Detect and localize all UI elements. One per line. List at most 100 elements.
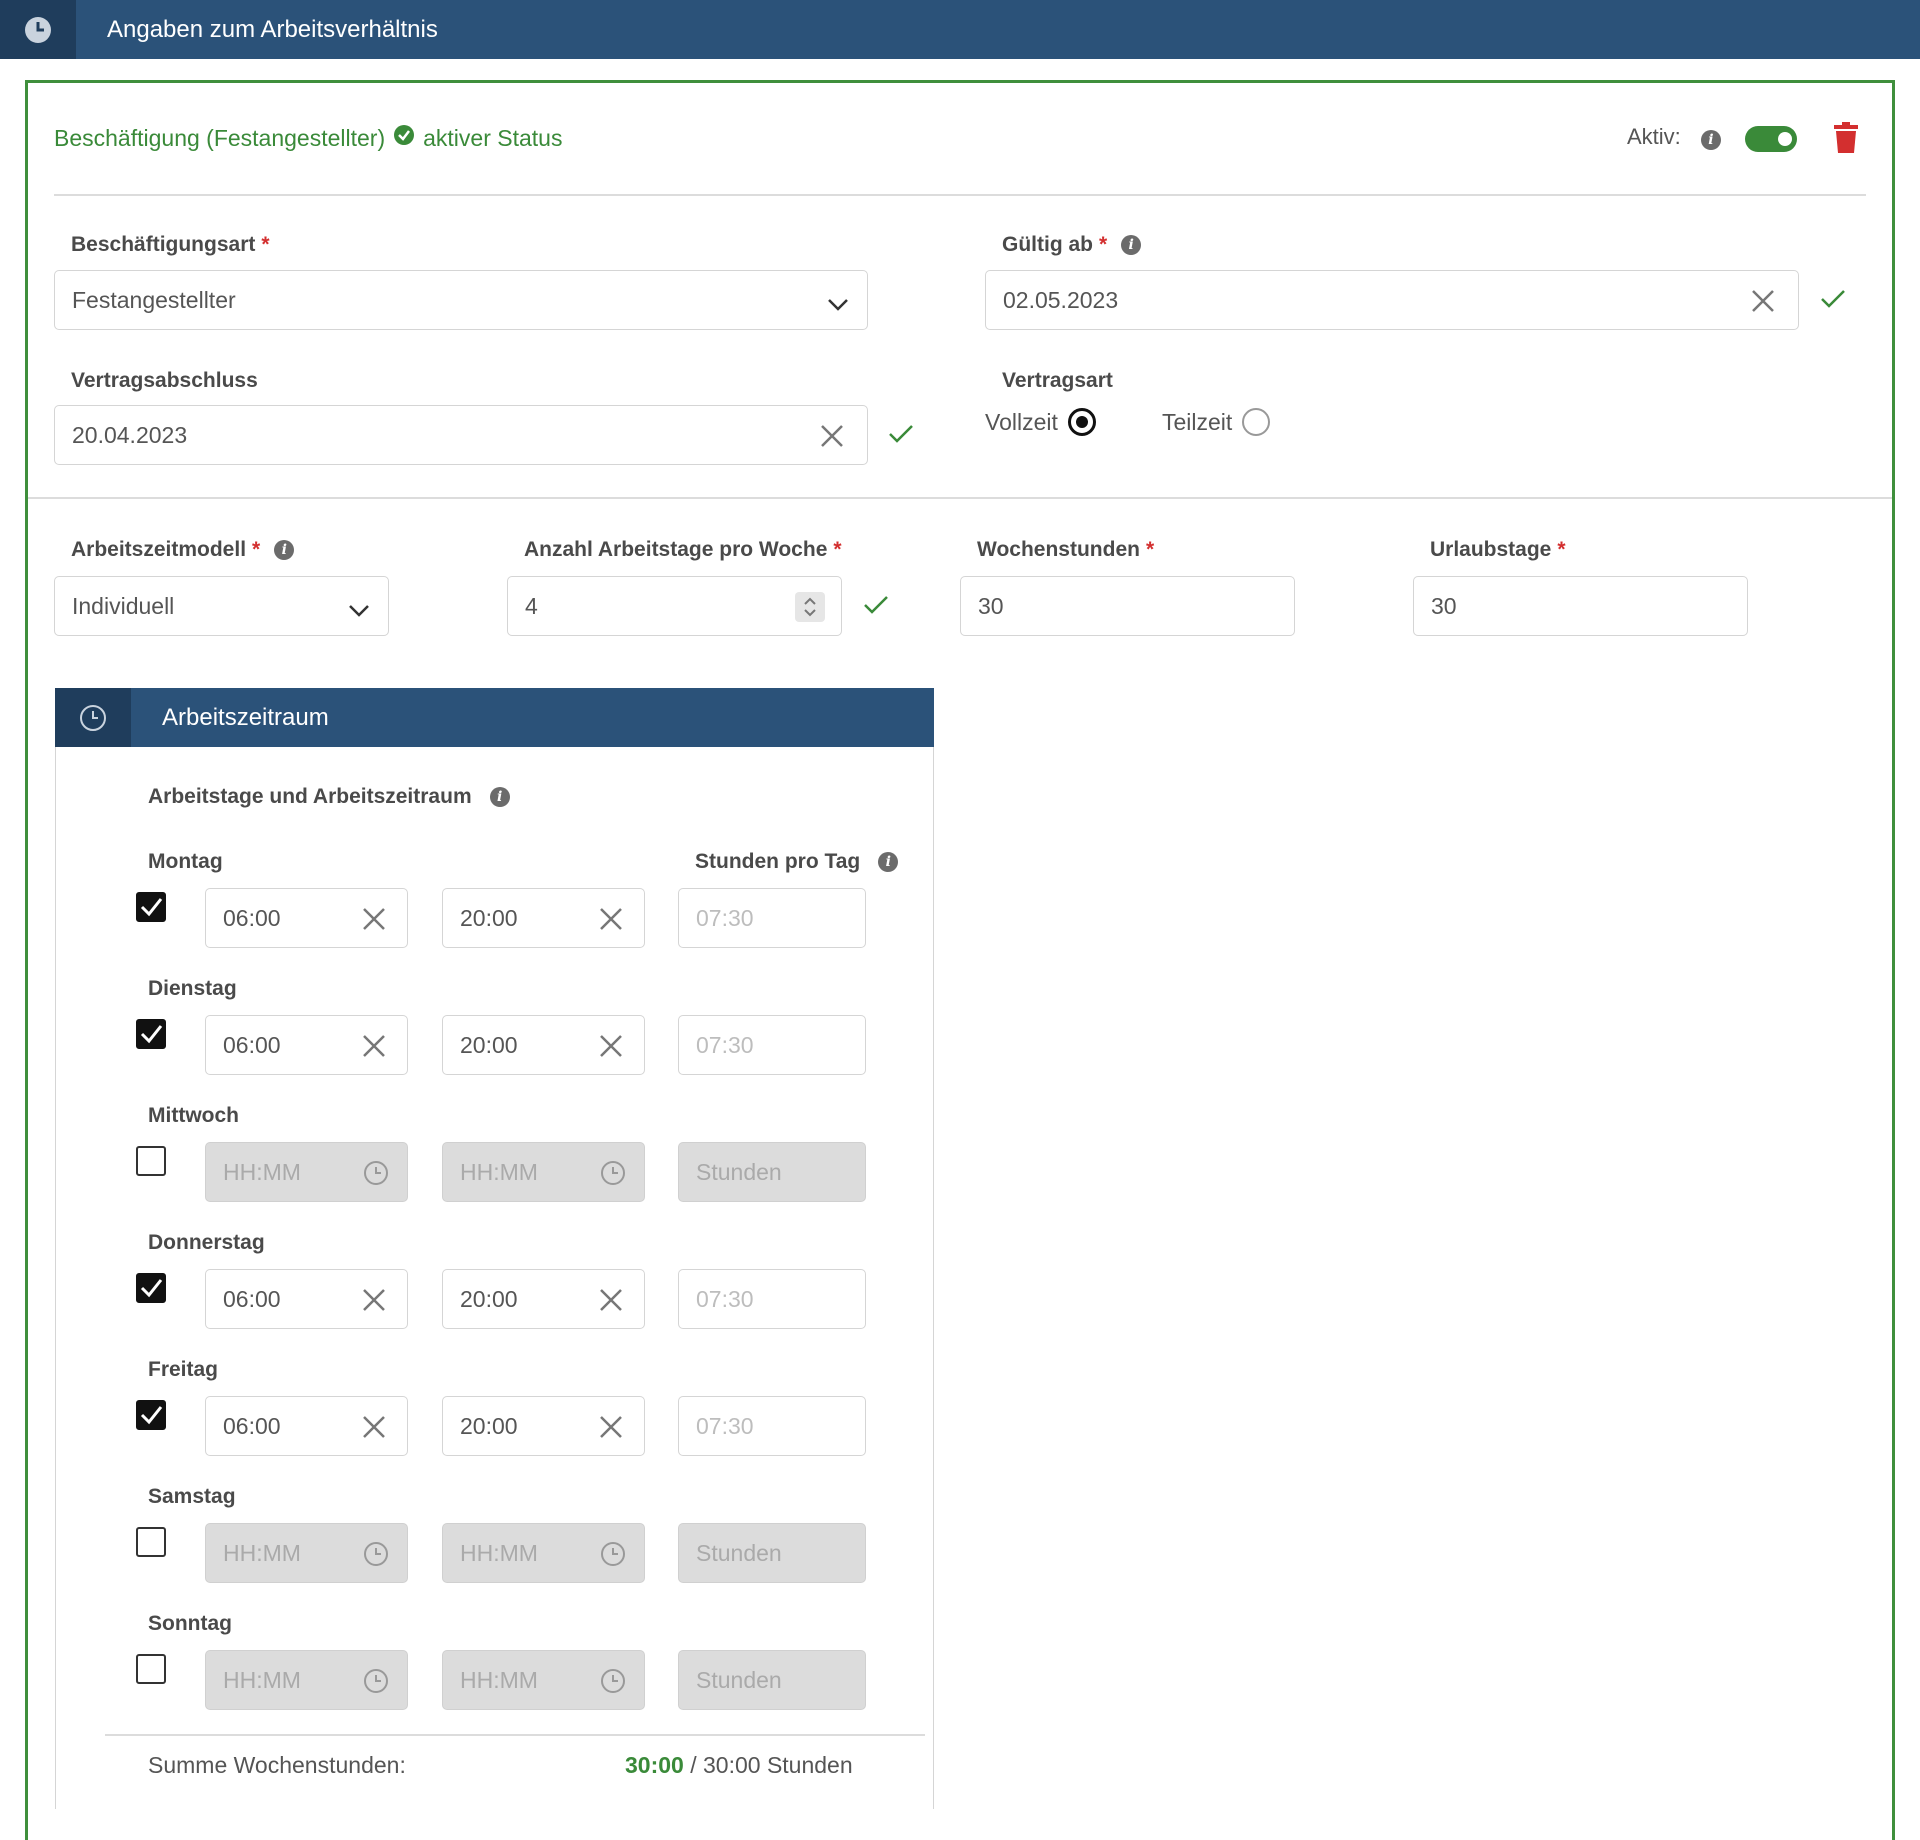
start-time-input-samstag[interactable]: HH:MM — [205, 1523, 408, 1583]
clear-icon[interactable] — [598, 1287, 624, 1319]
radio-button[interactable] — [1242, 408, 1271, 436]
day-label-sonntag: Sonntag — [148, 1612, 232, 1635]
arbeitszeitraum-title: Arbeitszeitraum — [162, 704, 329, 731]
end-time-input-mittwoch[interactable]: HH:MM — [442, 1142, 645, 1202]
clear-icon[interactable] — [361, 906, 387, 938]
clock-icon — [0, 0, 76, 59]
day-checkbox-sonntag[interactable] — [136, 1654, 166, 1684]
clear-icon[interactable] — [598, 906, 624, 938]
info-icon[interactable]: i — [489, 787, 510, 807]
check-icon — [888, 423, 914, 450]
hours-input-freitag[interactable]: 07:30 — [678, 1396, 866, 1456]
hours-input-dienstag[interactable]: 07:30 — [678, 1015, 866, 1075]
arbeitszeitraum-header: Arbeitszeitraum — [55, 688, 934, 747]
clear-icon[interactable] — [361, 1414, 387, 1446]
chevron-down-icon — [348, 597, 370, 624]
hours-input-mittwoch: Stunden — [678, 1142, 866, 1202]
arbeitstage-section-label: Arbeitstage und Arbeitszeitraum i — [148, 785, 510, 809]
day-label-montag: Montag — [148, 850, 223, 873]
day-label-donnerstag: Donnerstag — [148, 1231, 265, 1254]
divider — [28, 497, 1892, 499]
info-icon[interactable]: i — [878, 852, 899, 872]
end-time-input-freitag[interactable]: 20:00 — [442, 1396, 645, 1456]
day-label-samstag: Samstag — [148, 1485, 236, 1508]
arbeitszeitmodell-label: Arbeitszeitmodell * i — [71, 538, 295, 562]
clear-icon[interactable] — [598, 1033, 624, 1065]
check-circle-icon — [393, 124, 415, 152]
hours-input-sonntag: Stunden — [678, 1650, 866, 1710]
beschaeftigungsart-select[interactable]: Festangestellter — [54, 270, 868, 330]
day-checkbox-samstag[interactable] — [136, 1527, 166, 1557]
checkmark-icon — [138, 898, 164, 924]
hours-input-donnerstag[interactable]: 07:30 — [678, 1269, 866, 1329]
day-checkbox-montag[interactable] — [136, 892, 166, 922]
beschaeftigungsart-label: Beschäftigungsart * — [71, 233, 270, 256]
summe-value: 30:00 / 30:00 Stunden — [625, 1752, 853, 1779]
hours-input-samstag: Stunden — [678, 1523, 866, 1583]
employment-type-text: Beschäftigung (Festangestellter) — [54, 124, 386, 151]
end-time-input-donnerstag[interactable]: 20:00 — [442, 1269, 645, 1329]
clear-icon[interactable] — [819, 423, 845, 455]
check-icon — [863, 594, 889, 621]
status-text: aktiver Status — [423, 124, 563, 151]
start-time-input-dienstag[interactable]: 06:00 — [205, 1015, 408, 1075]
chevron-down-icon — [827, 291, 849, 318]
end-time-input-samstag[interactable]: HH:MM — [442, 1523, 645, 1583]
day-label-mittwoch: Mittwoch — [148, 1104, 239, 1127]
arbeitstage-input[interactable]: 4 — [507, 576, 842, 636]
day-checkbox-dienstag[interactable] — [136, 1019, 166, 1049]
info-icon[interactable]: i — [274, 540, 295, 560]
urlaubstage-label: Urlaubstage * — [1430, 538, 1566, 561]
day-checkbox-freitag[interactable] — [136, 1400, 166, 1430]
radio-vollzeit[interactable]: Vollzeit — [985, 408, 1096, 436]
day-checkbox-donnerstag[interactable] — [136, 1273, 166, 1303]
radio-button-selected[interactable] — [1067, 408, 1096, 436]
urlaubstage-input[interactable]: 30 — [1413, 576, 1748, 636]
stunden-pro-tag-label: Stunden pro Tag i — [695, 850, 899, 874]
divider — [105, 1734, 925, 1736]
vertragsabschluss-input[interactable]: 20.04.2023 — [54, 405, 868, 465]
end-time-input-dienstag[interactable]: 20:00 — [442, 1015, 645, 1075]
clear-icon[interactable] — [598, 1414, 624, 1446]
summe-current: 30:00 — [625, 1752, 684, 1778]
day-checkbox-mittwoch[interactable] — [136, 1146, 166, 1176]
day-label-freitag: Freitag — [148, 1358, 219, 1381]
start-time-input-donnerstag[interactable]: 06:00 — [205, 1269, 408, 1329]
vertragsabschluss-label: Vertragsabschluss — [71, 369, 258, 392]
summe-target: / 30:00 Stunden — [690, 1752, 853, 1778]
start-time-input-montag[interactable]: 06:00 — [205, 888, 408, 948]
radio-teilzeit[interactable]: Teilzeit — [1162, 408, 1271, 436]
wochenstunden-input[interactable]: 30 — [960, 576, 1295, 636]
start-time-input-mittwoch[interactable]: HH:MM — [205, 1142, 408, 1202]
clear-icon[interactable] — [361, 1033, 387, 1065]
end-time-input-montag[interactable]: 20:00 — [442, 888, 645, 948]
clear-icon[interactable] — [361, 1287, 387, 1319]
wochenstunden-label: Wochenstunden * — [977, 538, 1155, 561]
arbeitszeitmodell-select[interactable]: Individuell — [54, 576, 389, 636]
section-title: Angaben zum Arbeitsverhältnis — [107, 16, 438, 43]
clock-icon — [363, 1668, 389, 1700]
start-time-input-sonntag[interactable]: HH:MM — [205, 1650, 408, 1710]
info-icon[interactable]: i — [1121, 235, 1142, 255]
checkmark-icon — [138, 1406, 164, 1432]
aktiv-label-group: Aktiv: i — [1627, 124, 1721, 150]
day-label-dienstag: Dienstag — [148, 977, 237, 1000]
summe-label: Summe Wochenstunden: — [148, 1752, 406, 1778]
gueltig-ab-input[interactable]: 02.05.2023 — [985, 270, 1799, 330]
divider — [54, 194, 1866, 196]
stepper-icon[interactable] — [795, 592, 825, 622]
aktiv-toggle[interactable] — [1745, 126, 1797, 152]
vertragsart-label: Vertragsart — [1002, 369, 1113, 392]
info-icon[interactable]: i — [1700, 130, 1721, 150]
end-time-input-sonntag[interactable]: HH:MM — [442, 1650, 645, 1710]
arbeitstage-label: Anzahl Arbeitstage pro Woche * — [524, 538, 842, 561]
start-time-input-freitag[interactable]: 06:00 — [205, 1396, 408, 1456]
clock-icon — [600, 1541, 626, 1573]
trash-icon[interactable] — [1833, 122, 1859, 159]
clock-icon — [363, 1541, 389, 1573]
clear-icon[interactable] — [1750, 288, 1776, 320]
employment-status: Beschäftigung (Festangestellter) aktiver… — [54, 124, 562, 152]
clock-icon — [363, 1160, 389, 1192]
hours-input-montag[interactable]: 07:30 — [678, 888, 866, 948]
clock-icon — [600, 1668, 626, 1700]
